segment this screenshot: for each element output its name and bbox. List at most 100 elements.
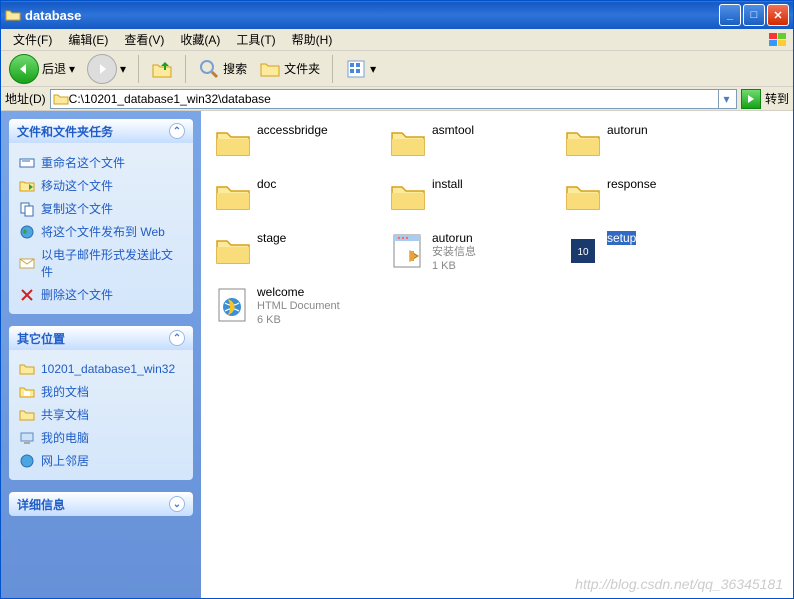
- tasks-panel: 文件和文件夹任务 ⌃ 重命名这个文件 移动这个文件 复制这个文件 将这个文件发布…: [9, 119, 193, 314]
- task-delete[interactable]: 删除这个文件: [19, 283, 183, 306]
- menu-help[interactable]: 帮助(H): [284, 29, 341, 50]
- explorer-window: database _ □ ✕ 文件(F) 编辑(E) 查看(V) 收藏(A) 工…: [0, 0, 794, 599]
- places-panel-header[interactable]: 其它位置 ⌃: [9, 326, 193, 350]
- file-label: stage: [257, 231, 286, 245]
- folders-button[interactable]: 文件夹: [255, 56, 324, 82]
- computer-icon: [19, 430, 35, 446]
- file-item[interactable]: response: [561, 175, 736, 229]
- maximize-button[interactable]: □: [743, 4, 765, 26]
- file-item[interactable]: stage: [211, 229, 386, 283]
- mail-icon: [19, 255, 35, 271]
- place-my-documents[interactable]: 我的文档: [19, 380, 183, 403]
- chevron-down-icon: ▾: [370, 62, 376, 76]
- forward-arrow-icon: [87, 54, 117, 84]
- watermark-text: http://blog.csdn.net/qq_36345181: [575, 576, 783, 592]
- place-shared-docs[interactable]: 共享文档: [19, 403, 183, 426]
- tasks-panel-body: 重命名这个文件 移动这个文件 复制这个文件 将这个文件发布到 Web 以电子邮件…: [9, 143, 193, 314]
- file-item[interactable]: 10setup: [561, 229, 736, 283]
- folders-label: 文件夹: [284, 60, 320, 77]
- inf-icon: [388, 231, 428, 271]
- file-label: doc: [257, 177, 276, 191]
- place-my-computer[interactable]: 我的电脑: [19, 426, 183, 449]
- folder-icon: [213, 177, 253, 217]
- menu-edit[interactable]: 编辑(E): [60, 29, 116, 50]
- up-button[interactable]: [147, 56, 177, 82]
- task-copy[interactable]: 复制这个文件: [19, 197, 183, 220]
- folder-icon: [388, 123, 428, 163]
- file-item[interactable]: autorun: [561, 121, 736, 175]
- place-parent-folder[interactable]: 10201_database1_win32: [19, 358, 183, 380]
- tasks-panel-title: 文件和文件夹任务: [17, 123, 113, 140]
- folder-icon: [563, 123, 603, 163]
- address-path: C:\10201_database1_win32\database: [69, 92, 718, 106]
- menubar: 文件(F) 编辑(E) 查看(V) 收藏(A) 工具(T) 帮助(H): [1, 29, 793, 51]
- rename-icon: [19, 155, 35, 171]
- file-label: accessbridge: [257, 123, 328, 137]
- chevron-up-icon: ⌃: [169, 123, 185, 139]
- go-label: 转到: [765, 90, 789, 107]
- place-network[interactable]: 网上邻居: [19, 449, 183, 472]
- task-publish[interactable]: 将这个文件发布到 Web: [19, 220, 183, 243]
- places-panel: 其它位置 ⌃ 10201_database1_win32 我的文档 共享文档 我…: [9, 326, 193, 480]
- minimize-button[interactable]: _: [719, 4, 741, 26]
- separator: [332, 55, 333, 83]
- go-button[interactable]: [741, 89, 761, 109]
- menu-view[interactable]: 查看(V): [116, 29, 172, 50]
- shared-folder-icon: [19, 407, 35, 423]
- back-label: 后退: [42, 60, 66, 77]
- go-arrow-icon: [745, 93, 757, 105]
- places-panel-body: 10201_database1_win32 我的文档 共享文档 我的电脑 网上邻…: [9, 350, 193, 480]
- menu-tools[interactable]: 工具(T): [228, 29, 283, 50]
- search-icon: [198, 58, 220, 80]
- file-label: response: [607, 177, 656, 191]
- details-panel: 详细信息 ⌄: [9, 492, 193, 516]
- content-area: 文件和文件夹任务 ⌃ 重命名这个文件 移动这个文件 复制这个文件 将这个文件发布…: [1, 111, 793, 598]
- addressbar: 地址(D) C:\10201_database1_win32\database …: [1, 87, 793, 111]
- back-button[interactable]: 后退 ▾: [5, 52, 79, 86]
- views-icon: [345, 58, 367, 80]
- details-panel-title: 详细信息: [17, 496, 65, 513]
- folder-icon: [19, 361, 35, 377]
- chevron-up-icon: ⌃: [169, 330, 185, 346]
- chevron-down-icon: ⌄: [169, 496, 185, 512]
- task-rename[interactable]: 重命名这个文件: [19, 151, 183, 174]
- globe-icon: [19, 224, 35, 240]
- menu-favorites[interactable]: 收藏(A): [172, 29, 228, 50]
- svg-text:10: 10: [577, 247, 589, 258]
- address-input[interactable]: C:\10201_database1_win32\database ▾: [50, 89, 737, 109]
- file-item[interactable]: asmtool: [386, 121, 561, 175]
- titlebar[interactable]: database _ □ ✕: [1, 1, 793, 29]
- file-item[interactable]: autorun安装信息1 KB: [386, 229, 561, 283]
- folder-icon: [5, 7, 21, 23]
- search-button[interactable]: 搜索: [194, 56, 251, 82]
- exe-icon: 10: [563, 231, 603, 271]
- file-list-area[interactable]: accessbridge asmtoolautorun doc install resp…: [201, 111, 793, 598]
- chevron-down-icon: ▾: [120, 62, 126, 76]
- details-panel-header[interactable]: 详细信息 ⌄: [9, 492, 193, 516]
- delete-icon: [19, 287, 35, 303]
- forward-button[interactable]: ▾: [83, 52, 130, 86]
- window-title: database: [25, 8, 719, 23]
- file-item[interactable]: accessbridge: [211, 121, 386, 175]
- task-move[interactable]: 移动这个文件: [19, 174, 183, 197]
- search-label: 搜索: [223, 60, 247, 77]
- sidebar: 文件和文件夹任务 ⌃ 重命名这个文件 移动这个文件 复制这个文件 将这个文件发布…: [1, 111, 201, 598]
- menu-file[interactable]: 文件(F): [5, 29, 60, 50]
- file-label: welcomeHTML Document6 KB: [257, 285, 340, 327]
- folder-icon: [213, 123, 253, 163]
- file-item[interactable]: doc: [211, 175, 386, 229]
- folder-icon: [53, 91, 69, 107]
- network-icon: [19, 453, 35, 469]
- separator: [185, 55, 186, 83]
- address-dropdown-button[interactable]: ▾: [718, 90, 734, 108]
- move-icon: [19, 178, 35, 194]
- file-item[interactable]: welcomeHTML Document6 KB: [211, 283, 386, 337]
- views-button[interactable]: ▾: [341, 56, 380, 82]
- windows-flag-icon: [767, 31, 789, 49]
- back-arrow-icon: [9, 54, 39, 84]
- tasks-panel-header[interactable]: 文件和文件夹任务 ⌃: [9, 119, 193, 143]
- file-item[interactable]: install: [386, 175, 561, 229]
- folder-icon: [388, 177, 428, 217]
- task-email[interactable]: 以电子邮件形式发送此文件: [19, 243, 183, 283]
- close-button[interactable]: ✕: [767, 4, 789, 26]
